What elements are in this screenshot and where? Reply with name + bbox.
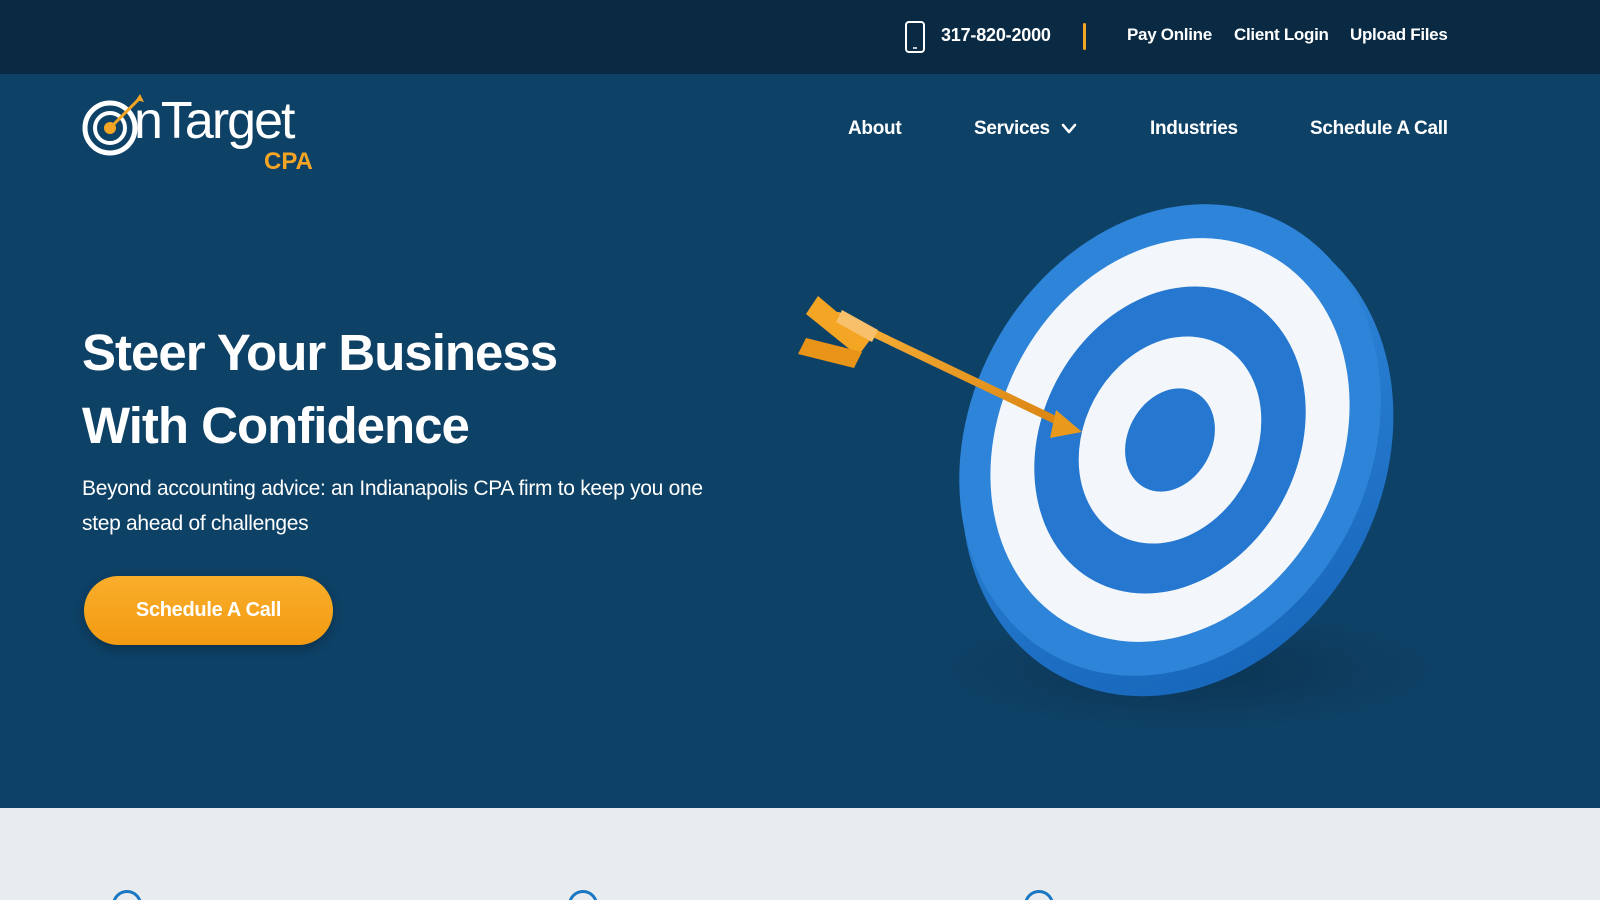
logo-cpa: CPA [264,148,313,175]
features-section [0,808,1600,900]
phone-number-link[interactable]: 317-820-2000 [941,25,1051,46]
client-login-link[interactable]: Client Login [1234,25,1329,45]
hero-title-line-2: With Confidence [82,397,470,454]
upload-files-link[interactable]: Upload Files [1350,25,1448,45]
hero-title-line-1: Steer Your Business [82,324,558,381]
pay-online-link[interactable]: Pay Online [1127,25,1212,45]
ontarget-cpa-logo[interactable]: nTarget CPA [82,88,322,176]
top-utility-bar: 317-820-2000 Pay Online Client Login Upl… [0,0,1600,74]
nav-services[interactable]: Services [974,118,1050,140]
nav-schedule-a-call[interactable]: Schedule A Call [1310,118,1448,140]
topbar-divider [1083,23,1086,50]
smartphone-icon [905,21,925,53]
hero-subtitle: Beyond accounting advice: an Indianapoli… [82,471,762,541]
target-arrow-illustration [798,204,1440,730]
hero-title: Steer Your Business With Confidence [82,316,782,462]
logo-wordmark: nTarget [134,92,295,150]
schedule-a-call-button[interactable]: Schedule A Call [84,576,333,645]
hero-subtitle-line-1: Beyond accounting advice: an Indianapoli… [82,477,703,500]
chevron-down-icon[interactable] [1061,122,1077,136]
hero-subtitle-line-2: step ahead of challenges [82,512,309,535]
nav-industries[interactable]: Industries [1150,118,1238,140]
nav-about[interactable]: About [848,118,902,140]
